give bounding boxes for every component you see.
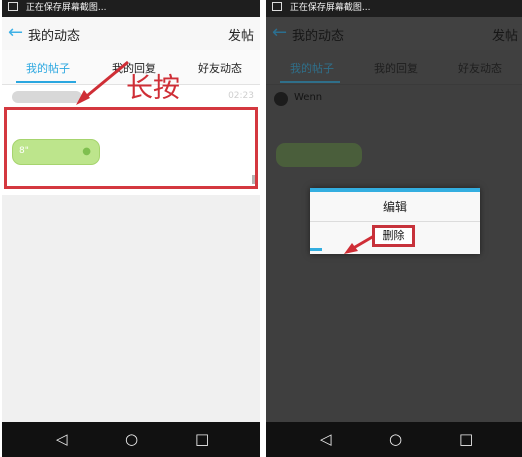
username: Wenn — [294, 92, 323, 103]
avatar — [274, 92, 288, 106]
tab-friend-activity[interactable]: 好友动态 — [458, 60, 502, 76]
post-button[interactable]: 发帖 — [228, 25, 254, 44]
system-nav-bar: ◁ ○ □ — [2, 422, 260, 457]
nav-back-icon[interactable]: ◁ — [56, 430, 68, 448]
nav-home-icon[interactable]: ○ — [389, 430, 402, 448]
back-arrow-icon[interactable]: ← — [272, 23, 292, 43]
nav-back-icon[interactable]: ◁ — [320, 430, 332, 448]
status-text: 正在保存屏幕截图... — [289, 3, 371, 13]
long-press-annotation: 长按 — [126, 73, 180, 104]
page-title: 我的动态 — [292, 29, 345, 44]
active-tab-indicator — [280, 81, 340, 83]
dialog-accent — [310, 248, 322, 251]
post-time: 02:23 — [228, 91, 254, 101]
tab-my-replies[interactable]: 我的回复 — [374, 60, 418, 76]
edit-menu-item[interactable]: 编辑 — [310, 198, 480, 215]
tab-my-posts[interactable]: 我的帖子 — [290, 60, 334, 76]
app-header: ← 我的动态 发帖 — [2, 17, 260, 50]
screenshot-icon — [272, 2, 282, 11]
menu-divider — [310, 221, 480, 222]
nav-recent-icon[interactable]: □ — [195, 430, 209, 448]
status-bar: 正在保存屏幕截图... — [2, 0, 260, 17]
page-title: 我的动态 — [28, 29, 81, 44]
screenshot-icon — [8, 2, 18, 11]
back-arrow-icon[interactable]: ← — [8, 23, 28, 43]
left-screen: 正在保存屏幕截图... ← 我的动态 发帖 我的帖子 我的回复 好友动态 02:… — [2, 0, 260, 457]
status-text: 正在保存屏幕截图... — [25, 3, 107, 13]
voice-message-bubble-dimmed — [276, 143, 362, 167]
app-header: ← 我的动态 发帖 — [266, 17, 522, 50]
tab-friend-activity[interactable]: 好友动态 — [198, 60, 242, 76]
delete-menu-item[interactable]: 删除 — [372, 225, 415, 247]
status-bar: 正在保存屏幕截图... — [266, 0, 522, 17]
annotation-arrow-icon — [76, 60, 129, 105]
annotation-arrow-icon — [344, 234, 375, 254]
post-button[interactable]: 发帖 — [492, 25, 518, 44]
tab-my-posts[interactable]: 我的帖子 — [26, 60, 70, 76]
empty-area — [2, 195, 260, 422]
context-menu-dialog: 编辑 删除 — [310, 188, 480, 254]
system-nav-bar: ◁ ○ □ — [266, 422, 522, 457]
nav-recent-icon[interactable]: □ — [459, 430, 473, 448]
tab-bar: 我的帖子 我的回复 好友动态 — [266, 50, 522, 85]
nav-home-icon[interactable]: ○ — [125, 430, 138, 448]
active-tab-indicator — [16, 81, 76, 83]
right-screen: 正在保存屏幕截图... ← 我的动态 发帖 我的帖子 我的回复 好友动态 Wen… — [266, 0, 522, 457]
long-press-highlight-box — [4, 107, 258, 189]
